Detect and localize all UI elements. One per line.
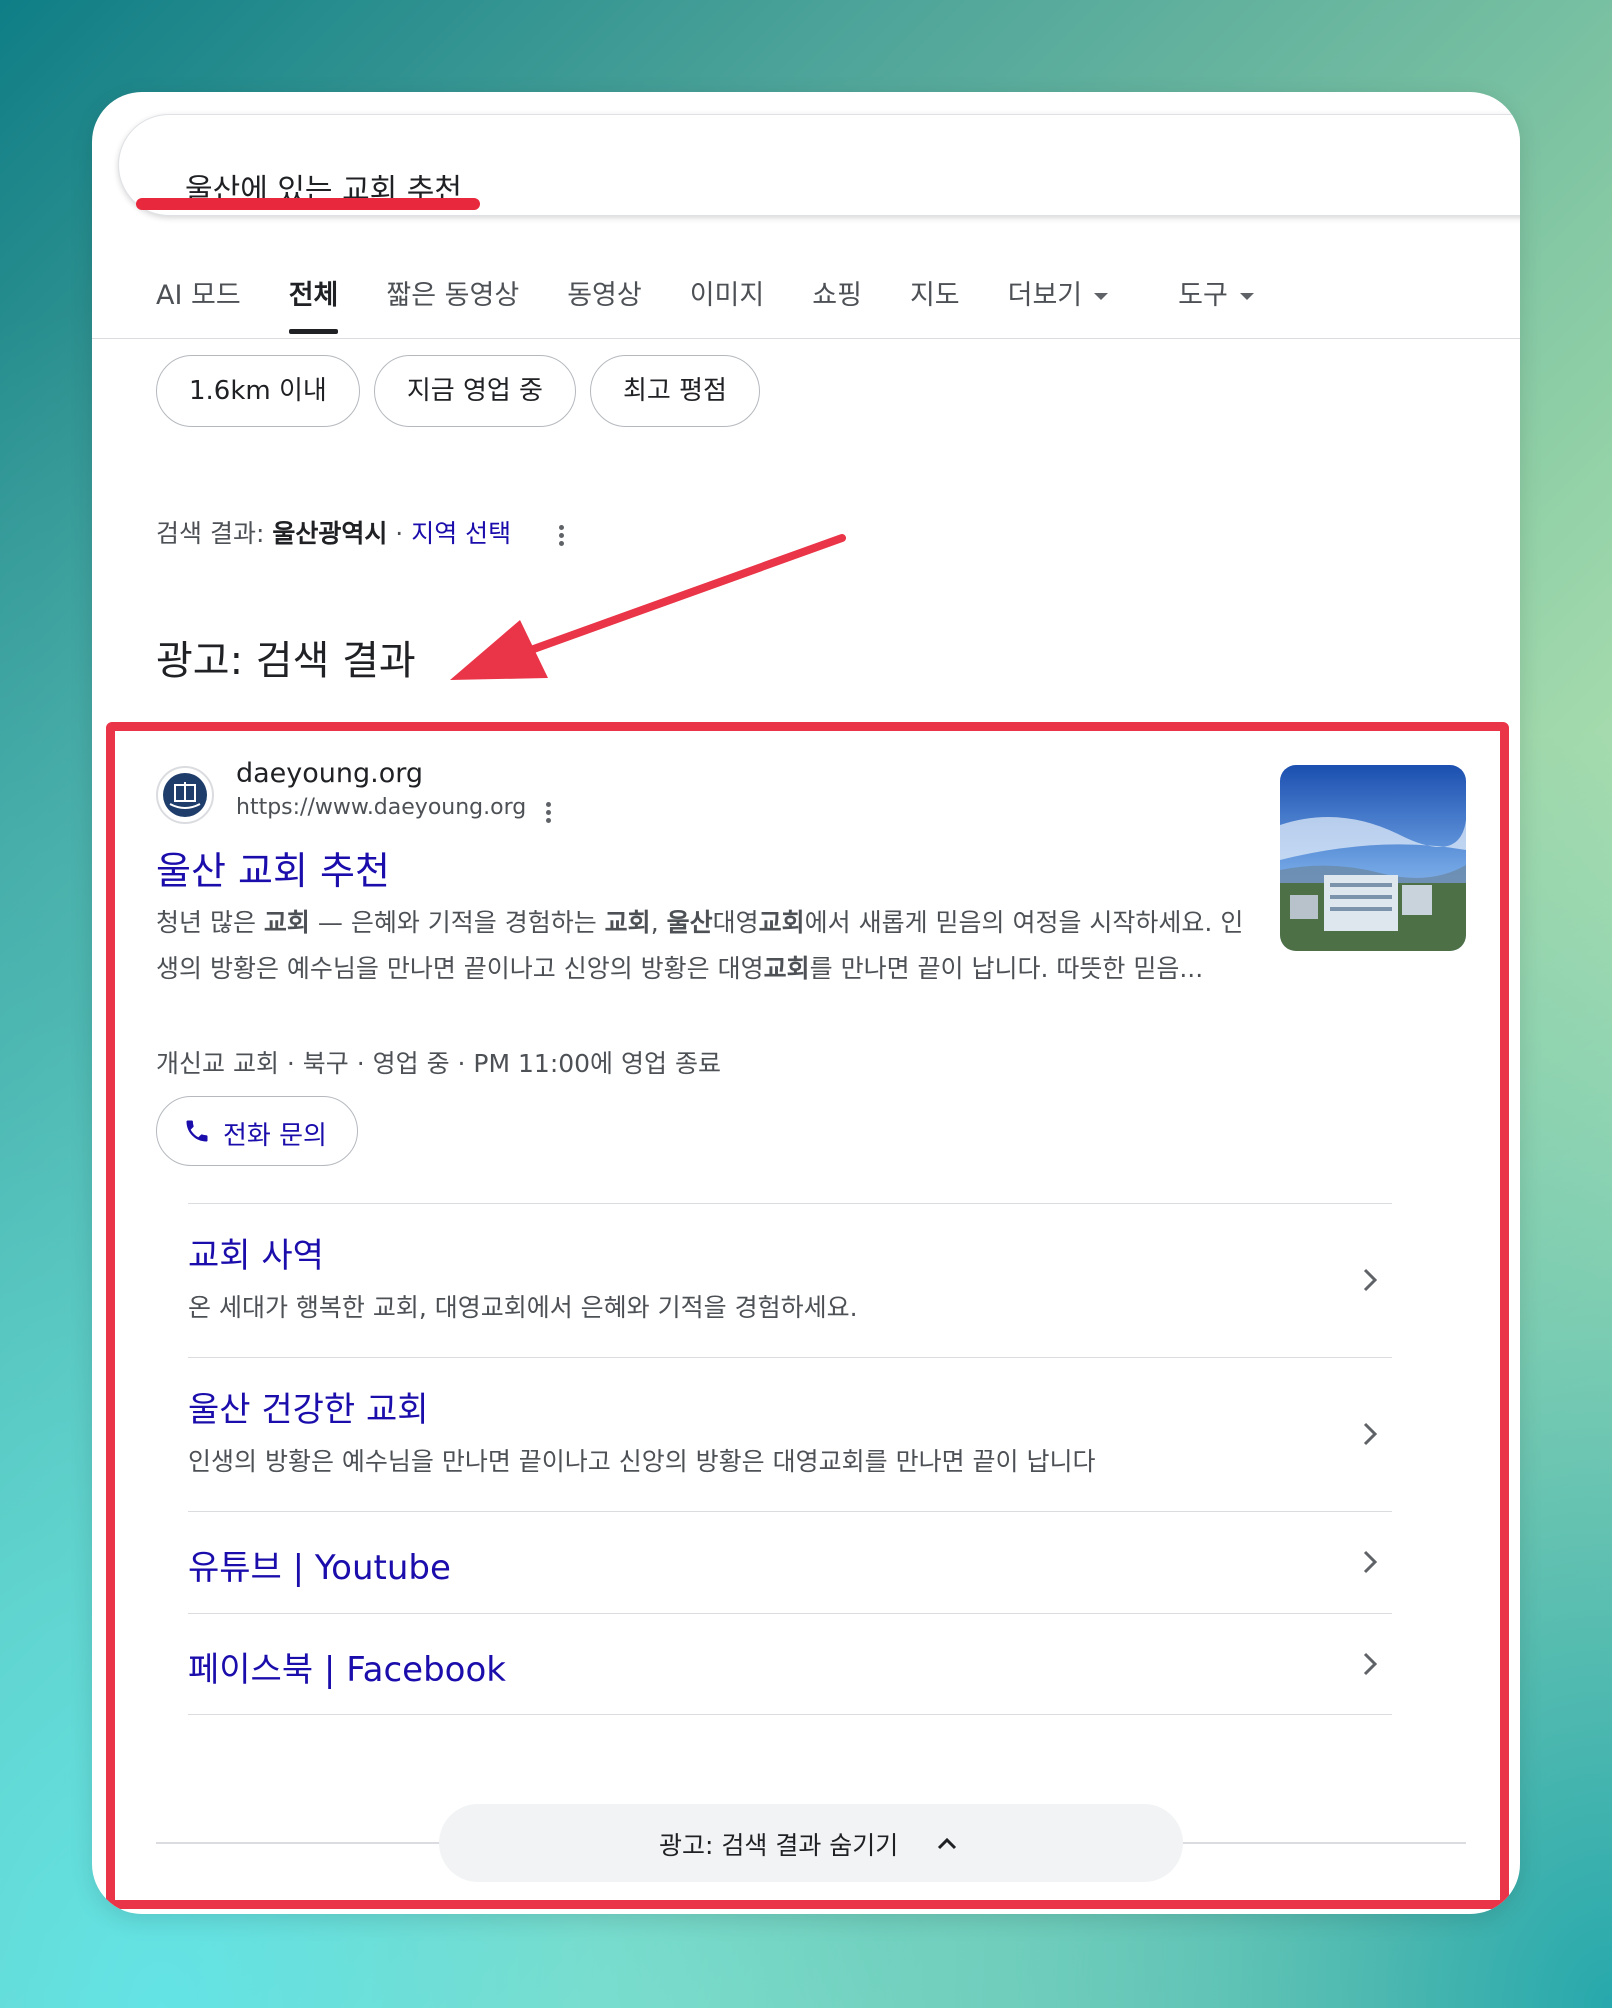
result-title-link[interactable]: 울산 교회 추천: [156, 840, 390, 895]
sitelink-youtube[interactable]: 유튜브 | Youtube: [188, 1511, 1392, 1613]
chevron-right-icon: [1363, 1550, 1378, 1574]
sitelink-title[interactable]: 울산 건강한 교회: [188, 1382, 429, 1431]
sitelink-title[interactable]: 페이스북 | Facebook: [188, 1642, 506, 1691]
result-options-icon[interactable]: [546, 799, 552, 826]
call-button[interactable]: 전화 문의: [156, 1096, 358, 1166]
sitelink-desc: 온 세대가 행복한 교회, 대영교회에서 은혜와 기적을 경험하세요.: [188, 1293, 858, 1322]
snippet-highlight: 교회: [758, 908, 805, 937]
snippet-text: 대영: [712, 908, 759, 937]
site-url[interactable]: https://www.daeyoung.org: [236, 795, 526, 820]
sitelink-facebook[interactable]: 페이스북 | Facebook: [188, 1613, 1392, 1715]
sitelink-desc: 인생의 방황은 예수님을 만나면 끝이나고 신앙의 방황은 대영교회를 만나면 …: [188, 1447, 1096, 1476]
snippet-text: ,: [650, 908, 667, 937]
result-meta: 개신교 교회 · 북구 · 영업 중 · PM 11:00에 영업 종료: [156, 1049, 721, 1078]
snippet-highlight: 교회: [604, 908, 651, 937]
snippet-text: — 은혜와 기적을 경험하는: [309, 908, 605, 937]
snippet-text: 청년 많은: [156, 908, 264, 937]
sitelink-healthy-church[interactable]: 울산 건강한 교회 인생의 방황은 예수님을 만나면 끝이나고 신앙의 방황은 …: [188, 1357, 1392, 1511]
hide-ads-button[interactable]: 광고: 검색 결과 숨기기: [439, 1804, 1183, 1882]
chevron-right-icon: [1363, 1268, 1378, 1292]
snippet-highlight: 교회: [763, 954, 810, 983]
chevron-up-icon: [937, 1837, 957, 1850]
site-logo[interactable]: [156, 766, 214, 824]
hide-ads-label: 광고: 검색 결과 숨기기: [659, 1831, 899, 1860]
snippet-text: 를 만나면 끝이 납니다. 따뜻한 믿음...: [809, 954, 1204, 983]
call-button-label: 전화 문의: [223, 1121, 327, 1151]
snippet-highlight: 교회: [263, 908, 310, 937]
result-snippet: 청년 많은 교회 — 은혜와 기적을 경험하는 교회, 울산대영교회에서 새롭게…: [156, 900, 1246, 992]
chevron-right-icon: [1363, 1422, 1378, 1446]
sitelink-title[interactable]: 유튜브 | Youtube: [188, 1540, 451, 1589]
snippet-highlight: 울산: [666, 908, 713, 937]
sitelinks: 교회 사역 온 세대가 행복한 교회, 대영교회에서 은혜와 기적을 경험하세요…: [188, 1203, 1392, 1715]
phone-icon: [186, 1120, 208, 1142]
search-results-window: 울산에 있는 교회 추천 AI 모드 전체 짧은 동영상 동영상 이미지 쇼핑 …: [92, 92, 1520, 1914]
result-thumbnail[interactable]: [1280, 765, 1466, 951]
sitelink-ministry[interactable]: 교회 사역 온 세대가 행복한 교회, 대영교회에서 은혜와 기적을 경험하세요…: [188, 1203, 1392, 1357]
annotation-arrow: [450, 534, 846, 680]
site-name[interactable]: daeyoung.org: [236, 758, 423, 789]
sitelink-title[interactable]: 교회 사역: [188, 1228, 324, 1277]
chevron-right-icon: [1363, 1652, 1378, 1676]
